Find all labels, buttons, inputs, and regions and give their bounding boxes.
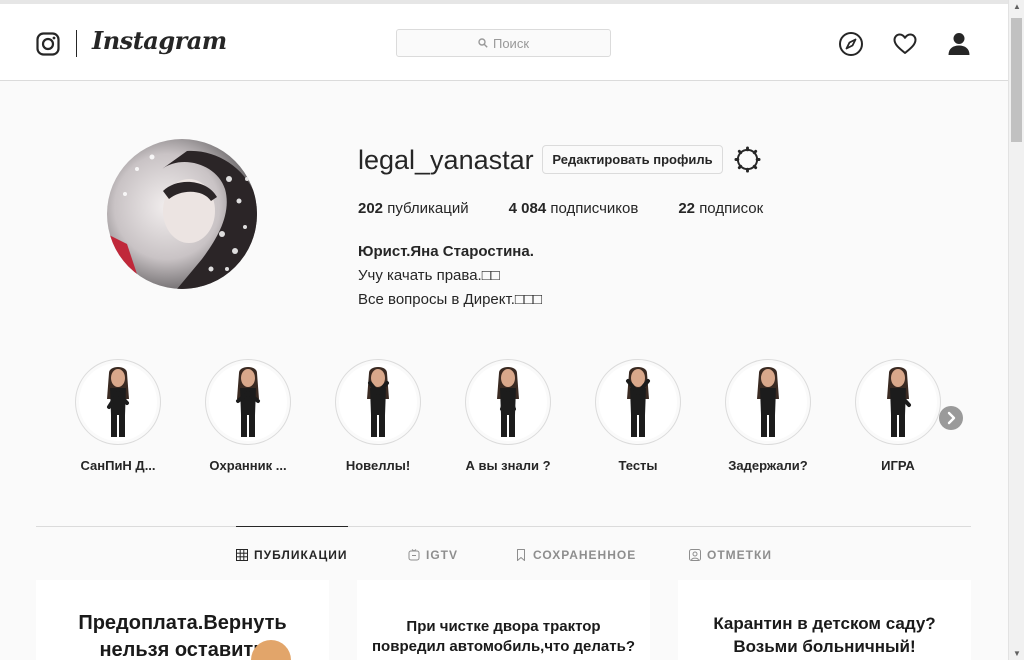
posts-count: 202	[358, 200, 384, 217]
igtv-icon	[408, 549, 420, 561]
highlight-cover-ring	[75, 359, 161, 445]
bio-line: Все вопросы в Директ.□□□	[358, 291, 543, 308]
highlight-cover-ring	[205, 359, 291, 445]
page-scrollbar[interactable]: ▲ ▼	[1008, 0, 1024, 660]
bio-line: Учу качать права.□□	[358, 267, 500, 284]
highlight-item[interactable]: А вы знали ?	[465, 359, 551, 473]
logo-separator	[76, 30, 77, 57]
bitmoji-figure-icon	[497, 367, 519, 437]
post-thumbnail[interactable]: При чистке двора трактор повредил автомо…	[357, 580, 650, 660]
search-input[interactable]: Поиск	[396, 29, 611, 57]
followers-count: 4 084	[508, 200, 547, 217]
highlight-cover	[209, 363, 287, 441]
posts-label: публикаций	[387, 200, 469, 217]
post-title-line: Предоплата.Вернуть	[78, 612, 287, 634]
tab-saved-label: СОХРАНЕННОЕ	[533, 548, 637, 562]
highlight-label: А вы знали ?	[465, 458, 551, 473]
search-placeholder: Поиск	[492, 35, 530, 51]
following-label: подписок	[699, 200, 764, 217]
search-icon	[478, 38, 488, 48]
post-title-line: Карантин в детском саду?	[713, 614, 936, 633]
chevron-right-icon	[947, 411, 956, 425]
profile-username: legal_yanastar	[358, 145, 534, 175]
tab-igtv-label: IGTV	[426, 548, 459, 562]
followers-label: подписчиков	[550, 200, 639, 217]
tab-saved[interactable]: СОХРАНЕННОЕ	[515, 548, 636, 562]
active-tab-indicator	[236, 526, 348, 527]
scroll-up-arrow-icon[interactable]: ▲	[1013, 2, 1021, 11]
bitmoji-figure-icon	[107, 367, 129, 437]
highlight-label: Задержали?	[728, 458, 808, 473]
highlight-cover	[729, 363, 807, 441]
profile-avatar[interactable]	[107, 139, 257, 289]
highlight-cover-ring	[335, 359, 421, 445]
compass-icon[interactable]	[838, 31, 864, 57]
highlight-item[interactable]: Задержали?	[725, 359, 811, 473]
following-count: 22	[678, 200, 696, 217]
tab-posts[interactable]: ПУБЛИКАЦИИ	[236, 548, 347, 562]
tabs-divider	[36, 526, 971, 527]
scroll-down-arrow-icon[interactable]: ▼	[1013, 649, 1021, 658]
grid-icon	[236, 549, 248, 561]
tab-posts-label: ПУБЛИКАЦИИ	[254, 548, 348, 562]
tag-user-icon	[689, 549, 701, 561]
bitmoji-figure-icon	[236, 367, 260, 437]
instagram-glyph-icon[interactable]	[36, 32, 60, 56]
post-title-line: Возьми больничный!	[733, 637, 916, 656]
post-title-line: При чистке двора трактор	[406, 618, 601, 635]
highlight-label: СанПиН Д...	[80, 458, 156, 473]
post-thumbnail[interactable]: Карантин в детском саду? Возьми больничн…	[678, 580, 971, 660]
tab-tagged[interactable]: ОТМЕТКИ	[689, 548, 772, 562]
top-navigation-bar: Instagram Поиск	[0, 4, 1008, 81]
highlight-item[interactable]: Охранник ...	[205, 359, 291, 473]
tab-tagged-label: ОТМЕТКИ	[707, 548, 772, 562]
tab-igtv[interactable]: IGTV	[408, 548, 458, 562]
edit-profile-button[interactable]: Редактировать профиль	[542, 145, 723, 174]
highlight-cover-ring	[595, 359, 681, 445]
highlight-cover	[599, 363, 677, 441]
highlight-cover-ring	[465, 359, 551, 445]
bio-full-name: Юрист.Яна Старостина.	[358, 243, 534, 260]
highlight-label: Новеллы!	[345, 458, 411, 473]
highlight-cover	[79, 363, 157, 441]
scrollbar-thumb[interactable]	[1011, 18, 1022, 142]
highlight-item[interactable]: Тесты	[595, 359, 681, 473]
highlight-cover-ring	[725, 359, 811, 445]
highlight-cover	[469, 363, 547, 441]
highlight-cover-ring	[855, 359, 941, 445]
bookmark-icon	[517, 549, 525, 561]
highlight-item[interactable]: ИГРА	[855, 359, 941, 473]
post-thumbnail[interactable]: Предоплата.Вернуть нельзя оставить	[36, 580, 329, 660]
highlights-next-button[interactable]	[939, 406, 963, 430]
highlight-item[interactable]: СанПиН Д...	[75, 359, 161, 473]
heart-icon[interactable]	[892, 31, 918, 57]
profile-icon[interactable]	[946, 31, 972, 57]
instagram-wordmark[interactable]: Instagram	[92, 26, 227, 55]
highlight-cover	[859, 363, 937, 441]
highlight-label: Тесты	[618, 458, 658, 473]
bitmoji-figure-icon	[367, 367, 389, 437]
posts-stat: 202 публикаций	[358, 200, 469, 217]
following-stat[interactable]: 22 подписок	[678, 200, 763, 217]
highlight-item[interactable]: Новеллы!	[335, 359, 421, 473]
post-title-line: повредил автомобиль,что делать?	[372, 638, 635, 655]
bitmoji-figure-icon	[626, 367, 650, 437]
bitmoji-figure-icon	[887, 367, 911, 437]
highlight-cover	[339, 363, 417, 441]
profile-bio: Юрист.Яна Старостина. Учу качать права.□…	[358, 240, 542, 312]
highlight-label: ИГРА	[881, 458, 915, 473]
followers-stat[interactable]: 4 084 подписчиков	[509, 200, 639, 217]
bitmoji-figure-icon	[757, 367, 779, 437]
highlight-label: Охранник ...	[209, 458, 287, 473]
profile-stats: 202 публикаций 4 084 подписчиков 22 подп…	[358, 200, 803, 217]
gear-icon[interactable]	[734, 146, 761, 173]
